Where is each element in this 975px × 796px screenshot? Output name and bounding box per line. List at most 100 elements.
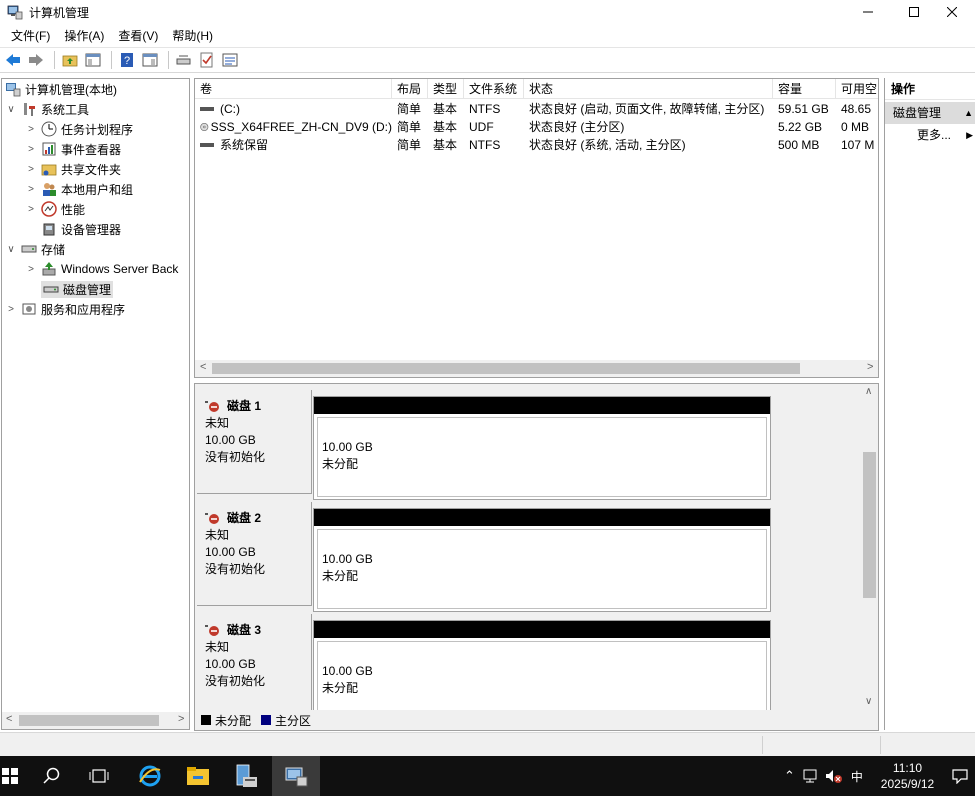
internet-explorer-icon <box>139 765 161 787</box>
tree-item-root[interactable]: 计算机管理(本地) <box>5 79 117 99</box>
taskbar-file-explorer[interactable] <box>174 756 222 796</box>
actions-item-more[interactable]: 更多... ▶ <box>885 124 975 146</box>
taskbar: ⌃ 中 11:10 2025/9/12 <box>0 756 975 796</box>
chevron-down-icon[interactable]: ∨ <box>5 104 17 115</box>
chevron-right-icon[interactable]: > <box>25 164 37 175</box>
scroll-right-icon[interactable]: > <box>178 713 184 725</box>
back-button[interactable] <box>3 50 23 70</box>
table-row[interactable]: (C:) 简单 基本 NTFS 状态良好 (启动, 页面文件, 故障转储, 主分… <box>195 100 878 118</box>
status-divider <box>762 736 763 754</box>
input-language-indicator[interactable]: 中 <box>851 768 863 785</box>
partition-block[interactable]: 10.00 GB 未分配 <box>313 620 771 724</box>
volume-name: (C:) <box>220 102 240 116</box>
scroll-down-icon[interactable]: ∨ <box>865 696 872 707</box>
scroll-thumb[interactable] <box>19 715 159 726</box>
column-header-capacity[interactable]: 容量 <box>773 79 836 99</box>
show-hide-tree-button[interactable] <box>83 50 103 70</box>
volume-muted-icon[interactable] <box>825 768 843 784</box>
column-header-filesystem[interactable]: 文件系统 <box>464 79 524 99</box>
volume-horizontal-scrollbar[interactable]: < > <box>195 360 878 377</box>
tree-item-disk-management[interactable]: 磁盘管理 <box>41 279 114 299</box>
chevron-down-icon[interactable]: ∨ <box>5 244 17 255</box>
table-row[interactable]: 系统保留 简单 基本 NTFS 状态良好 (系统, 活动, 主分区) 500 M… <box>195 136 878 154</box>
up-level-button[interactable] <box>60 50 80 70</box>
menu-action[interactable]: 操作(A) <box>57 27 111 44</box>
menu-help[interactable]: 帮助(H) <box>165 27 220 44</box>
disk-info[interactable]: 磁盘 3 未知 10.00 GB 没有初始化 <box>197 614 312 718</box>
tree-item-services-applications[interactable]: > 服务和应用程序 <box>5 299 125 319</box>
tree-item-system-tools[interactable]: ∨ 系统工具 <box>5 99 89 119</box>
taskbar-server-manager[interactable] <box>222 756 270 796</box>
chevron-right-icon[interactable]: > <box>25 184 37 195</box>
chevron-up-icon[interactable]: ⌃ <box>784 768 795 784</box>
back-arrow-icon <box>6 54 20 66</box>
column-header-volume[interactable]: 卷 <box>195 79 392 99</box>
collapse-up-icon[interactable]: ▲ <box>964 102 973 124</box>
disk-info[interactable]: 磁盘 1 未知 10.00 GB 没有初始化 <box>197 390 312 494</box>
search-button[interactable] <box>28 756 76 796</box>
scroll-up-icon[interactable]: ∧ <box>865 386 872 397</box>
forward-button[interactable] <box>26 50 46 70</box>
disk-name: 磁盘 2 <box>227 511 262 525</box>
scroll-thumb[interactable] <box>863 452 876 598</box>
tree-item-event-viewer[interactable]: > 事件查看器 <box>25 139 121 159</box>
column-header-layout[interactable]: 布局 <box>392 79 428 99</box>
taskbar-ie[interactable] <box>126 756 174 796</box>
disk-name: 磁盘 1 <box>227 399 262 413</box>
network-icon[interactable] <box>803 768 819 784</box>
tree-horizontal-scrollbar[interactable]: < > <box>2 712 189 729</box>
server-manager-icon <box>236 764 257 787</box>
properties-icon <box>222 53 238 67</box>
menu-view[interactable]: 查看(V) <box>111 27 165 44</box>
type-cell: 基本 <box>433 102 458 116</box>
cd-drive-icon <box>200 123 209 131</box>
partition-size: 10.00 GB <box>322 440 373 454</box>
actions-section-disk-management[interactable]: 磁盘管理 ▲ <box>885 102 975 124</box>
tree-item-local-users-groups[interactable]: > 本地用户和组 <box>25 179 133 199</box>
tree-item-task-scheduler[interactable]: > 任务计划程序 <box>25 119 133 139</box>
tree-item-windows-server-backup[interactable]: > Windows Server Back <box>25 259 178 279</box>
disk-info[interactable]: 磁盘 2 未知 10.00 GB 没有初始化 <box>197 502 312 606</box>
chevron-right-icon[interactable]: > <box>25 264 37 275</box>
partition-block[interactable]: 10.00 GB 未分配 <box>313 508 771 612</box>
scroll-thumb[interactable] <box>212 363 800 374</box>
tree-item-storage[interactable]: ∨ 存储 <box>5 239 65 259</box>
help-icon: ? <box>121 53 133 67</box>
close-button[interactable] <box>929 0 975 24</box>
taskbar-computer-management[interactable] <box>272 756 320 796</box>
notifications-button[interactable] <box>945 756 975 796</box>
minimize-button[interactable] <box>845 0 891 24</box>
disk-entry[interactable]: 磁盘 2 未知 10.00 GB 没有初始化 10.00 GB 未分配 <box>195 496 860 612</box>
column-header-status[interactable]: 状态 <box>524 79 773 99</box>
table-row[interactable]: SSS_X64FREE_ZH-CN_DV9 (D:) 简单 基本 UDF 状态良… <box>195 118 878 136</box>
chevron-right-icon[interactable]: > <box>25 124 37 135</box>
type-cell: 基本 <box>433 138 458 152</box>
actions-item-label: 更多... <box>917 128 952 142</box>
tree-item-device-manager[interactable]: 设备管理器 <box>41 219 121 239</box>
scroll-right-icon[interactable]: > <box>867 361 873 373</box>
scroll-left-icon[interactable]: < <box>6 713 12 725</box>
partition-block[interactable]: 10.00 GB 未分配 <box>313 396 771 500</box>
unallocated-bar <box>314 621 770 638</box>
computer-management-icon <box>7 5 23 20</box>
connect-button[interactable] <box>174 50 194 70</box>
clock[interactable]: 11:10 2025/9/12 <box>875 760 940 792</box>
tree-item-shared-folders[interactable]: > 共享文件夹 <box>25 159 121 179</box>
chevron-right-icon[interactable]: > <box>25 204 37 215</box>
status-cell: 状态良好 (启动, 页面文件, 故障转储, 主分区) <box>529 102 765 116</box>
column-header-type[interactable]: 类型 <box>428 79 464 99</box>
tree-item-performance[interactable]: > 性能 <box>25 199 85 219</box>
chevron-right-icon[interactable]: > <box>25 144 37 155</box>
disk-entry[interactable]: 磁盘 1 未知 10.00 GB 没有初始化 10.00 GB 未分配 <box>195 384 860 500</box>
disk-entry[interactable]: 磁盘 3 未知 10.00 GB 没有初始化 10.00 GB 未分配 <box>195 608 860 724</box>
show-hide-action-pane-button[interactable] <box>140 50 160 70</box>
scroll-left-icon[interactable]: < <box>200 361 206 373</box>
disk-vertical-scrollbar[interactable]: ∧ ∨ <box>861 384 878 710</box>
chevron-right-icon[interactable]: > <box>5 304 17 315</box>
menu-file[interactable]: 文件(F) <box>4 27 57 44</box>
column-header-free[interactable]: 可用空 <box>836 79 878 99</box>
task-view-button[interactable] <box>75 756 123 796</box>
help-button[interactable]: ? <box>117 50 137 70</box>
check-button[interactable] <box>197 50 217 70</box>
properties-button[interactable] <box>220 50 240 70</box>
